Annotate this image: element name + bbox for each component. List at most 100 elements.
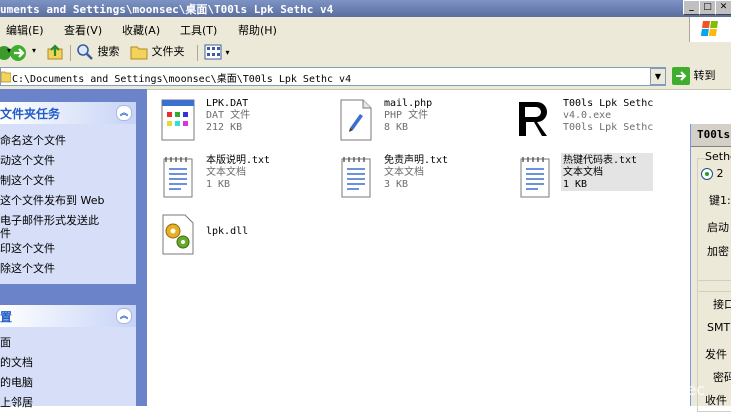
forward-button[interactable] (10, 43, 30, 66)
file-type: 文本文档 (206, 167, 246, 178)
file-size: 8 KB (384, 122, 409, 133)
task-move[interactable]: 动这个文件 (0, 154, 55, 167)
address-input[interactable]: C:\Documents and Settings\moonsec\桌面\T00… (0, 67, 666, 86)
address-bar: C:\Documents and Settings\moonsec\桌面\T00… (0, 64, 731, 90)
up-folder-button[interactable] (46, 43, 64, 64)
place-my-documents[interactable]: 的文档 (0, 356, 33, 369)
place-my-computer[interactable]: 的电脑 (0, 376, 33, 389)
search-label: 搜索 (97, 45, 120, 58)
menu-edit[interactable]: 编辑(E) (6, 22, 44, 38)
menu-view[interactable]: 查看(V) (64, 22, 102, 38)
key-label: 键1: (709, 194, 731, 207)
smtp-label: SMT (707, 321, 731, 334)
file-folder-tasks-title: 文件夹任务 (0, 107, 61, 121)
tool-window-titlebar[interactable]: T00ls (691, 124, 731, 147)
views-grid-icon (204, 44, 222, 60)
folder-icon (130, 46, 148, 60)
file-name: T00ls Lpk Sethc (563, 98, 654, 109)
menu-favorites[interactable]: 收藏(A) (122, 22, 160, 38)
file-item-disclaimer-txt[interactable]: 免责声明.txt 文本文档 3 KB (338, 155, 478, 203)
file-name: lpk.dll (206, 226, 249, 237)
t00ls-tool-window: T00ls Sethc 2 键1: 启动 加密 接口 SMT 发件 密码 收件 (690, 124, 731, 412)
other-places-title: 置 (0, 310, 13, 324)
file-item-t00ls-exe[interactable]: T00ls Lpk Sethc v4.0.exe T00ls Lpk Sethc (517, 98, 667, 146)
file-item-mail-php[interactable]: mail.php PHP 文件 8 KB (338, 98, 478, 146)
t00ls-app-icon (519, 102, 547, 136)
radio-icon (701, 168, 713, 180)
place-desktop[interactable]: 面 (0, 336, 11, 349)
file-folder-tasks-header[interactable]: 文件夹任务 ︽ (0, 102, 136, 124)
other-places-list: 面 的文档 的电脑 上邻居 (0, 327, 136, 409)
file-type: T00ls Lpk Sethc (563, 122, 654, 133)
menu-bar: 编辑(E) 查看(V) 收藏(A) 工具(T) 帮助(H) (0, 17, 731, 43)
task-copy[interactable]: 制这个文件 (0, 174, 55, 187)
file-name: 免责声明.txt (384, 155, 449, 166)
forward-dropdown-icon[interactable]: ▾ (32, 46, 36, 55)
php-file-icon (340, 99, 372, 141)
radio-label: 2 (716, 167, 724, 180)
task-pane: 文件夹任务 ︽ 命名这个文件 动这个文件 制这个文件 这个文件发布到 Web 电… (0, 89, 147, 409)
close-button[interactable]: ✕ (715, 0, 731, 15)
file-name: LPK.DAT (206, 98, 249, 109)
file-size: 1 KB (563, 179, 588, 190)
sethc-group-label: Sethc (705, 150, 731, 163)
tool-window-title: T00ls (697, 128, 731, 141)
folders-label: 文件夹 (151, 45, 185, 58)
forward-arrow-icon (10, 45, 26, 61)
watermark-text: nsec (668, 380, 706, 399)
address-dropdown-icon[interactable]: ▼ (650, 68, 666, 85)
dll-file-icon (162, 214, 194, 255)
file-size: 212 KB (206, 122, 243, 133)
menu-help[interactable]: 帮助(H) (238, 22, 277, 38)
sender-label: 发件 (705, 348, 727, 361)
task-email-cont[interactable]: 件 (0, 227, 11, 240)
search-button[interactable]: 搜索 (76, 43, 120, 61)
window-title: uments and Settings\moonsec\桌面\T00ls Lpk… (0, 3, 334, 16)
go-label: 转到 (693, 69, 716, 82)
file-item-lpk-dll[interactable]: lpk.dll (160, 212, 300, 260)
dat-file-icon (161, 99, 195, 141)
file-item-readme-txt[interactable]: 本版说明.txt 文本文档 1 KB (160, 155, 300, 203)
address-text: C:\Documents and Settings\moonsec\桌面\T00… (12, 74, 352, 85)
file-type: 文本文档 (563, 167, 603, 178)
file-folder-tasks-list: 命名这个文件 动这个文件 制这个文件 这个文件发布到 Web 电子邮件形式发送此… (0, 124, 136, 284)
file-size: 3 KB (384, 179, 409, 190)
up-folder-icon (47, 44, 63, 60)
hotkey-radio[interactable]: 2 (701, 167, 724, 180)
task-rename[interactable]: 命名这个文件 (0, 134, 66, 147)
file-name-line2: v4.0.exe (563, 110, 612, 121)
collapse-chevron-icon[interactable]: ︽ (116, 105, 132, 121)
port-label: 接口 (713, 298, 731, 311)
go-button[interactable]: 转到 (672, 67, 716, 85)
file-item-hotkey-txt[interactable]: 热键代码表.txt 文本文档 1 KB (517, 153, 657, 203)
search-icon (77, 44, 93, 60)
toolbar: ▾ ▾ 搜索 文件夹 ▾ (0, 42, 731, 65)
task-email[interactable]: 电子邮件形式发送此 (0, 214, 99, 227)
menu-tools[interactable]: 工具(T) (180, 22, 217, 38)
windows-logo-icon (689, 17, 731, 42)
file-size: 1 KB (206, 179, 231, 190)
file-type: PHP 文件 (384, 110, 429, 121)
file-name: mail.php (384, 98, 433, 109)
task-publish-web[interactable]: 这个文件发布到 Web (0, 194, 104, 207)
folders-button[interactable]: 文件夹 (130, 43, 185, 61)
file-name: 本版说明.txt (206, 155, 271, 166)
collapse-chevron-icon[interactable]: ︽ (116, 308, 132, 324)
text-file-icon (163, 157, 193, 198)
startup-label: 启动 (707, 221, 729, 234)
views-button[interactable]: ▾ (204, 43, 230, 61)
file-type: 文本文档 (384, 167, 424, 178)
text-file-icon (341, 157, 371, 198)
folder-small-icon (1, 71, 11, 83)
maximize-button[interactable]: □ (699, 0, 716, 15)
password-label: 密码 (713, 371, 731, 384)
minimize-button[interactable]: _ (683, 0, 700, 15)
other-places-header[interactable]: 置 ︽ (0, 305, 136, 327)
task-print[interactable]: 印这个文件 (0, 242, 55, 255)
file-item-lpk-dat[interactable]: LPK.DAT DAT 文件 212 KB (160, 98, 300, 146)
place-network[interactable]: 上邻居 (0, 396, 33, 409)
views-dropdown-icon: ▾ (225, 48, 230, 57)
task-delete[interactable]: 除这个文件 (0, 262, 55, 275)
title-bar: uments and Settings\moonsec\桌面\T00ls Lpk… (0, 0, 731, 17)
encrypt-label: 加密 (707, 245, 729, 258)
